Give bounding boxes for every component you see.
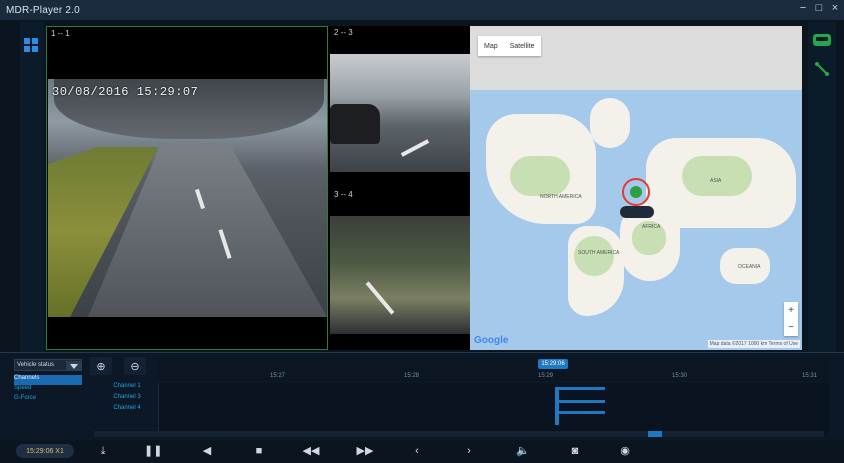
video-pane-1[interactable]: 1 -- 1 30/08/2016 15:29:07: [46, 26, 328, 350]
layout-grid-icon[interactable]: [24, 38, 38, 52]
pause-icon[interactable]: ❚❚: [144, 443, 162, 459]
timeline-zoom-in-button[interactable]: ⊕: [90, 357, 112, 375]
timeline-zoom-out-button[interactable]: ⊖: [124, 357, 146, 375]
playback-controls: 15:29:06 X1 ⤓ ❚❚ ◀ ■ ◀◀ ▶▶ ‹ › 🔈 ◙ ◉: [0, 440, 844, 463]
channel-row-label: Channel 4: [113, 405, 141, 411]
download-icon[interactable]: ⤓: [94, 443, 112, 459]
status-list: Channels Speed G-Force: [14, 375, 82, 405]
time-tick: 15:28: [404, 373, 420, 379]
map-label-asia: ASIA: [710, 178, 722, 184]
map-panel[interactable]: Map Satellite NORTH AMERICA SOUTH AMERIC…: [470, 26, 802, 350]
step-back-icon[interactable]: ◀: [198, 443, 216, 459]
vehicle-icon[interactable]: [813, 34, 831, 46]
volume-icon[interactable]: 🔈: [514, 443, 532, 459]
title-bar: MDR-Player 2.0 − □ ×: [0, 0, 844, 20]
left-toolbar: [20, 22, 44, 352]
camera-feed-front: 30/08/2016 15:29:07: [48, 79, 327, 317]
recording-segment[interactable]: [555, 387, 605, 390]
channel-rows: Channel 1 Channel 3 Channel 4: [94, 383, 160, 416]
map-label-north-america: NORTH AMERICA: [540, 194, 582, 200]
route-icon[interactable]: [815, 62, 829, 76]
restore-icon[interactable]: □: [814, 2, 824, 14]
map-zoom-controls: + −: [784, 302, 798, 336]
map-label-south-america: SOUTH AMERICA: [578, 250, 620, 256]
camera-feed-rear: [330, 216, 470, 334]
channel-row-label: Channel 1: [113, 383, 141, 389]
time-tick: 15:27: [270, 373, 286, 379]
google-logo: Google: [474, 335, 509, 346]
timeline-track[interactable]: [158, 383, 829, 435]
timeline-cursor[interactable]: 15:29:06: [538, 359, 568, 369]
video-pane-3[interactable]: 3 -- 4: [330, 188, 470, 350]
rewind-icon[interactable]: ◀◀: [302, 443, 320, 459]
map-zoom-in-button[interactable]: +: [788, 305, 794, 316]
timeline-scrollbar[interactable]: [94, 431, 824, 437]
status-item-g-force[interactable]: G-Force: [14, 395, 82, 405]
location-tooltip: [620, 206, 654, 218]
playback-time: 15:29:06 X1: [16, 444, 74, 458]
time-ruler[interactable]: 15:27 15:28 15:29 15:30 15:31: [158, 361, 828, 381]
fast-forward-icon[interactable]: ▶▶: [356, 443, 374, 459]
status-item-speed[interactable]: Speed: [14, 385, 82, 395]
vehicle-location-marker[interactable]: [622, 178, 650, 206]
stop-icon[interactable]: ■: [250, 443, 268, 459]
video-pane-2[interactable]: 2 -- 3: [330, 26, 470, 188]
recording-segment[interactable]: [555, 411, 605, 414]
eye-icon[interactable]: ◉: [616, 443, 634, 459]
pane-label: 2 -- 3: [334, 28, 353, 37]
status-item-channels[interactable]: Channels: [14, 375, 82, 385]
pane-label: 3 -- 4: [334, 190, 353, 199]
playhead[interactable]: [555, 389, 559, 425]
recording-segment[interactable]: [555, 400, 605, 403]
camera-feed-side: [330, 54, 470, 172]
app-title: MDR-Player 2.0: [6, 4, 80, 16]
map-type-tabs: Map Satellite: [478, 36, 541, 56]
scroll-thumb[interactable]: [648, 431, 662, 437]
chevron-down-icon[interactable]: [66, 361, 82, 371]
tab-map[interactable]: Map: [478, 43, 504, 50]
time-tick: 15:29: [538, 373, 554, 379]
pane-label: 1 -- 1: [51, 29, 70, 38]
timeline-panel: Vehicle status ⊕ ⊖ 15:27 15:28 15:29 15:…: [0, 352, 844, 441]
next-icon[interactable]: ›: [460, 443, 478, 459]
camera-icon[interactable]: ◙: [566, 443, 584, 459]
video-timestamp: 30/08/2016 15:29:07: [52, 85, 199, 99]
window-controls: − □ ×: [798, 2, 840, 14]
map-label-oceania: OCEANIA: [738, 264, 761, 270]
close-icon[interactable]: ×: [830, 2, 840, 14]
time-tick: 15:30: [672, 373, 688, 379]
channel-row-label: Channel 3: [113, 394, 141, 400]
minimize-icon[interactable]: −: [798, 2, 808, 14]
map-zoom-out-button[interactable]: −: [788, 322, 794, 333]
video-grid: 1 -- 1 30/08/2016 15:29:07 2 -- 3 3 -- 4: [46, 26, 470, 350]
map-attribution: Map data ©2017 1000 km Terms of Use: [707, 340, 800, 348]
right-toolbar: [808, 22, 836, 352]
prev-icon[interactable]: ‹: [408, 443, 426, 459]
tab-satellite[interactable]: Satellite: [504, 43, 541, 50]
time-tick: 15:31: [802, 373, 818, 379]
map-label-africa: AFRICA: [642, 224, 661, 230]
